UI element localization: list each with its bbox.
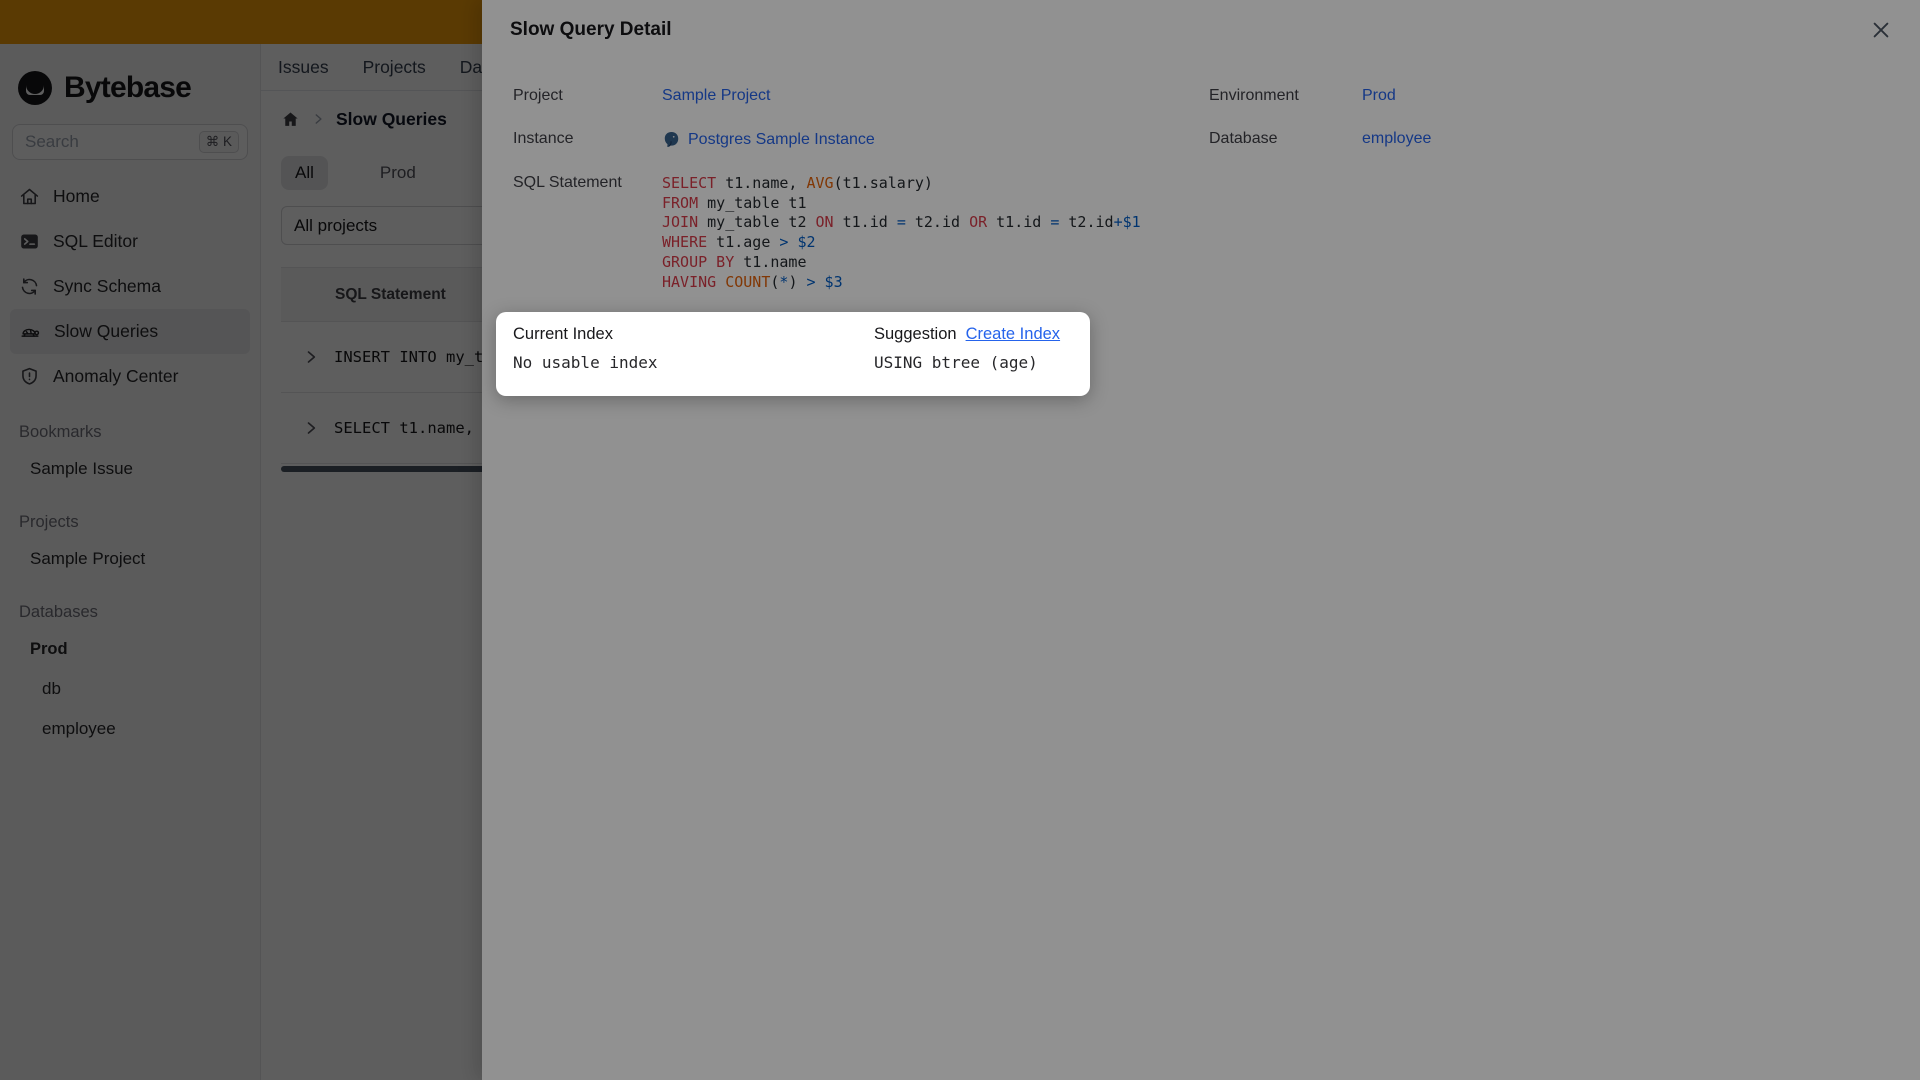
create-index-link[interactable]: Create Index — [966, 325, 1060, 344]
index-advisor-popover: Current Index Suggestion Create Index No… — [496, 312, 1090, 396]
suggestion-value: USING btree (age) — [874, 353, 1038, 372]
suggestion-label: Suggestion — [874, 325, 957, 343]
popover-backdrop — [0, 0, 1920, 1080]
screen: Bytebase Search ⌘ K Home SQL Editor Sync… — [0, 0, 1920, 1080]
current-index-value: No usable index — [513, 353, 658, 372]
current-index-label: Current Index — [513, 325, 613, 343]
